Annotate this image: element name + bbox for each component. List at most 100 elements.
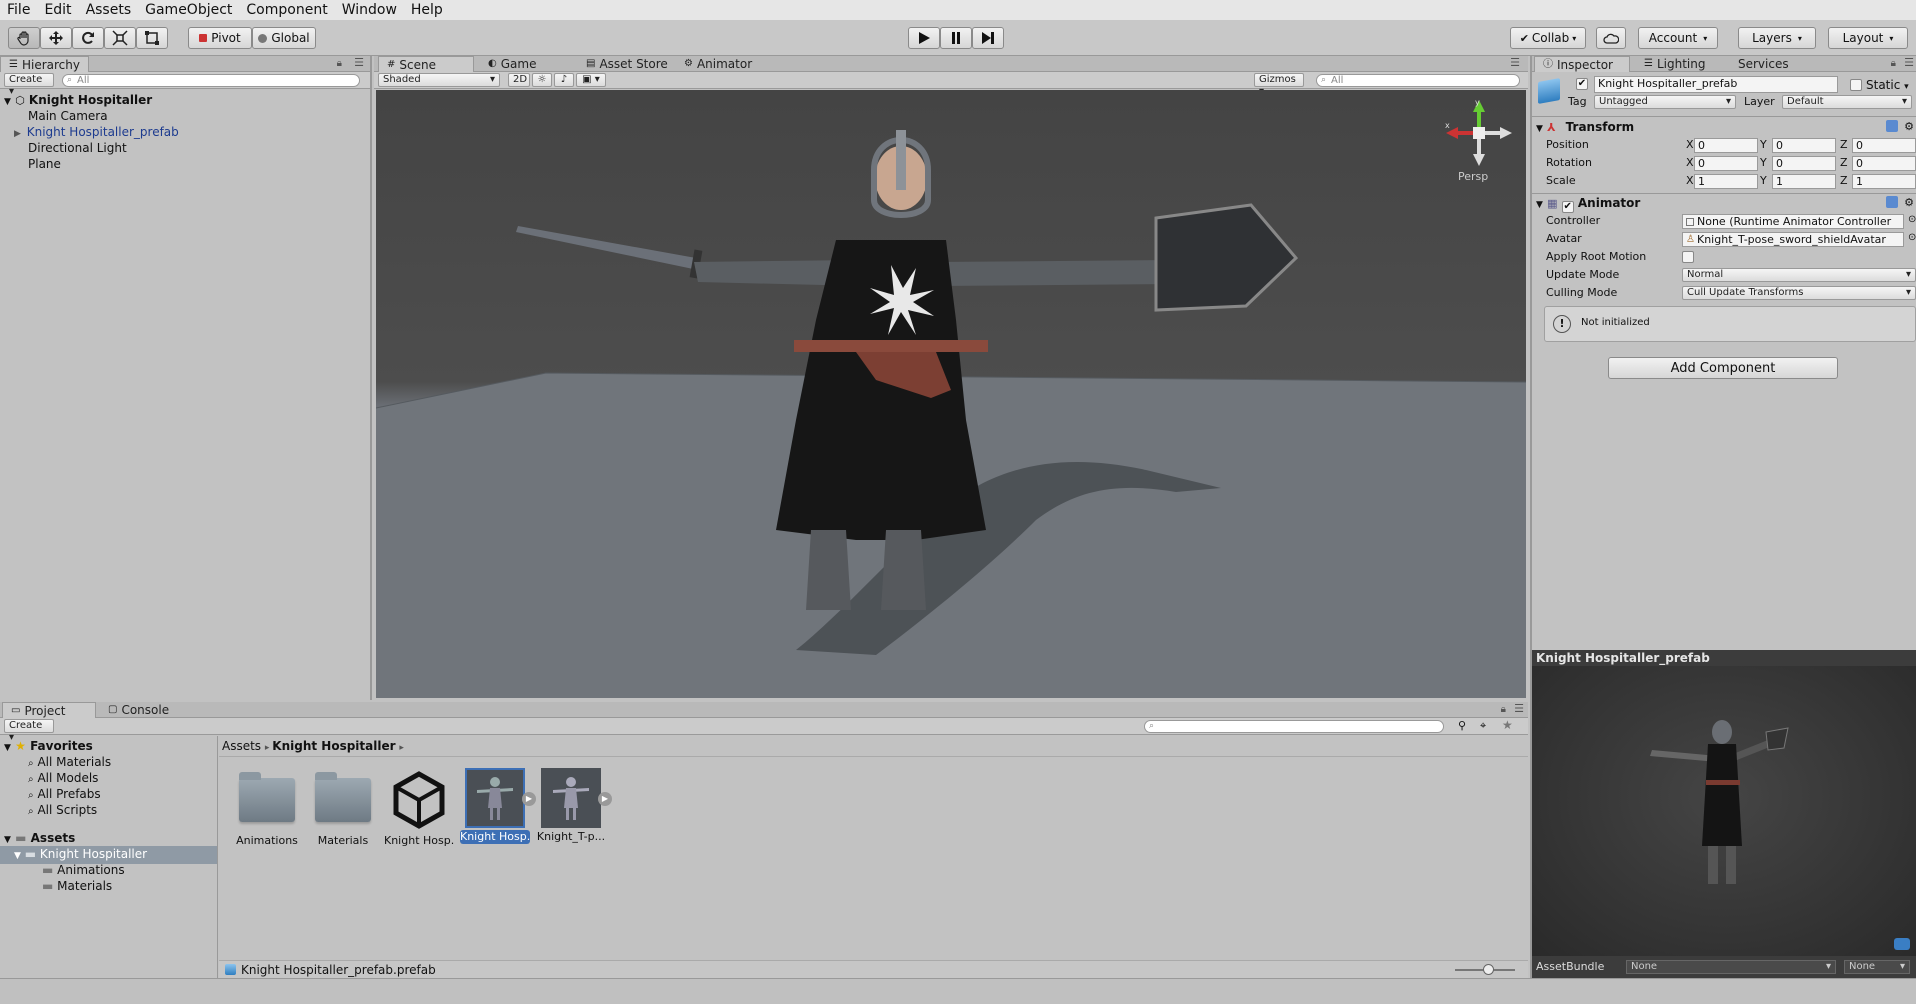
lock-icon[interactable]: 🔒︎ bbox=[337, 58, 342, 69]
layout-dropdown[interactable]: Layout ▾ bbox=[1828, 27, 1908, 49]
culling-mode-dropdown[interactable]: Cull Update Transforms ▾ bbox=[1682, 286, 1916, 300]
audio-toggle-button[interactable]: ♪ bbox=[554, 73, 574, 87]
scale-z-label[interactable]: Z bbox=[1840, 173, 1848, 189]
lighting-toggle-button[interactable]: ☼ bbox=[532, 73, 552, 87]
active-checkbox[interactable]: ✔ bbox=[1576, 78, 1588, 90]
apply-root-motion-checkbox[interactable] bbox=[1682, 251, 1694, 263]
update-mode-dropdown[interactable]: Normal ▾ bbox=[1682, 268, 1916, 282]
layers-dropdown[interactable]: Layers ▾ bbox=[1738, 27, 1816, 49]
tab-game[interactable]: ◐ Game bbox=[480, 56, 544, 72]
move-tool-button[interactable] bbox=[40, 27, 72, 49]
gear-icon[interactable]: ⚙ bbox=[1904, 118, 1914, 136]
menu-help[interactable]: Help bbox=[404, 0, 450, 20]
account-dropdown[interactable]: Account ▾ bbox=[1638, 27, 1718, 49]
tab-inspector[interactable]: ⓘ Inspector bbox=[1534, 56, 1630, 72]
lock-icon[interactable]: 🔒︎ bbox=[1891, 58, 1896, 69]
persp-label[interactable]: Persp bbox=[1458, 170, 1488, 183]
add-component-button[interactable]: Add Component bbox=[1608, 357, 1838, 379]
scale-y-field[interactable]: 1 bbox=[1772, 174, 1836, 189]
collab-button[interactable]: ✔ Collab ▾ bbox=[1510, 27, 1586, 49]
lock-icon[interactable]: 🔒︎ bbox=[1501, 704, 1506, 715]
rotation-y-label[interactable]: Y bbox=[1760, 155, 1767, 171]
favorite-star-icon[interactable]: ★ bbox=[1502, 718, 1513, 732]
tab-console[interactable]: ▢ Console bbox=[100, 702, 177, 718]
panel-menu-icon[interactable]: ☰ bbox=[354, 56, 364, 69]
effects-dropdown[interactable]: ▣ ▾ bbox=[576, 73, 606, 87]
breadcrumb-assets[interactable]: Assets bbox=[222, 739, 261, 753]
position-z-field[interactable]: 0 bbox=[1852, 138, 1916, 153]
controller-field[interactable]: None (Runtime Animator Controller bbox=[1682, 214, 1904, 229]
tag-icon[interactable] bbox=[1894, 938, 1910, 950]
position-x-label[interactable]: X bbox=[1686, 137, 1694, 153]
2d-toggle-button[interactable]: 2D bbox=[508, 73, 530, 87]
pivot-toggle-button[interactable]: Pivot bbox=[188, 27, 252, 49]
step-button[interactable] bbox=[972, 27, 1004, 49]
asset-materials-folder[interactable]: Materials bbox=[308, 768, 378, 848]
tag-dropdown[interactable]: Untagged ▾ bbox=[1594, 95, 1736, 109]
animator-enabled-checkbox[interactable]: ✔ bbox=[1561, 201, 1574, 213]
menu-gameobject[interactable]: GameObject bbox=[138, 0, 239, 20]
rotation-z-field[interactable]: 0 bbox=[1852, 156, 1916, 171]
position-y-field[interactable]: 0 bbox=[1772, 138, 1836, 153]
panel-menu-icon[interactable]: ☰ bbox=[1510, 56, 1520, 69]
scale-x-label[interactable]: X bbox=[1686, 173, 1694, 189]
tab-services[interactable]: Services bbox=[1730, 56, 1797, 72]
slider-thumb[interactable] bbox=[1483, 964, 1494, 975]
scale-tool-button[interactable] bbox=[104, 27, 136, 49]
menu-file[interactable]: File bbox=[0, 0, 37, 20]
assetbundle-variant-dropdown[interactable]: None ▾ bbox=[1844, 960, 1910, 974]
preview-title[interactable]: Knight Hospitaller_prefab bbox=[1532, 650, 1916, 666]
preview-viewport[interactable] bbox=[1532, 666, 1916, 956]
shading-mode-dropdown[interactable]: Shaded ▾ bbox=[378, 73, 500, 87]
play-button[interactable] bbox=[908, 27, 940, 49]
filter-label-icon[interactable]: ⌖ bbox=[1480, 719, 1486, 733]
scene-viewport[interactable]: y x Persp bbox=[376, 90, 1526, 698]
tab-scene[interactable]: # Scene bbox=[378, 56, 474, 72]
rotation-x-field[interactable]: 0 bbox=[1694, 156, 1758, 171]
breadcrumb-knight-hospitaller[interactable]: Knight Hospitaller bbox=[272, 739, 395, 753]
menu-edit[interactable]: Edit bbox=[37, 0, 78, 20]
hand-tool-button[interactable] bbox=[8, 27, 40, 49]
panel-menu-icon[interactable]: ☰ bbox=[1514, 702, 1524, 715]
static-checkbox[interactable] bbox=[1850, 79, 1862, 91]
rect-tool-button[interactable] bbox=[136, 27, 168, 49]
gizmos-dropdown[interactable]: Gizmos ▾ bbox=[1254, 73, 1304, 97]
project-search-input[interactable]: ⌕ bbox=[1144, 720, 1444, 733]
tab-asset-store[interactable]: ▤ Asset Store bbox=[578, 56, 676, 72]
asset-animations-folder[interactable]: Animations bbox=[232, 768, 302, 848]
tab-hierarchy[interactable]: ☰ Hierarchy bbox=[0, 56, 89, 72]
help-icon[interactable] bbox=[1886, 196, 1898, 208]
favorite-all-scripts[interactable]: ⌕ All Scripts bbox=[28, 802, 97, 820]
tab-lighting[interactable]: ☰ Lighting bbox=[1636, 56, 1713, 72]
tree-item-materials[interactable]: ▬ Materials bbox=[42, 878, 112, 894]
hierarchy-create-dropdown[interactable]: Create ▾ bbox=[4, 73, 54, 97]
tab-animator[interactable]: ⚙ Animator bbox=[676, 56, 760, 72]
global-toggle-button[interactable]: Global bbox=[252, 27, 316, 49]
assetbundle-dropdown[interactable]: None ▾ bbox=[1626, 960, 1836, 974]
asset-knight-tpose-model[interactable]: ▶ Knight_T-p... bbox=[536, 768, 612, 844]
avatar-field[interactable]: ♙ Knight_T-pose_sword_shieldAvatar bbox=[1682, 232, 1904, 247]
rotation-x-label[interactable]: X bbox=[1686, 155, 1694, 171]
rotate-tool-button[interactable] bbox=[72, 27, 104, 49]
orientation-gizmo[interactable]: y x Persp bbox=[1444, 98, 1514, 188]
rotation-z-label[interactable]: Z bbox=[1840, 155, 1848, 171]
rotation-y-field[interactable]: 0 bbox=[1772, 156, 1836, 171]
panel-menu-icon[interactable]: ☰ bbox=[1904, 56, 1914, 69]
menu-assets[interactable]: Assets bbox=[79, 0, 139, 20]
position-x-field[interactable]: 0 bbox=[1694, 138, 1758, 153]
expand-play-icon[interactable]: ▶ bbox=[598, 792, 612, 806]
tree-item-animations[interactable]: ▬ Animations bbox=[42, 862, 125, 878]
scale-y-label[interactable]: Y bbox=[1760, 173, 1767, 189]
help-icon[interactable] bbox=[1886, 120, 1898, 132]
pause-button[interactable] bbox=[940, 27, 972, 49]
scale-x-field[interactable]: 1 bbox=[1694, 174, 1758, 189]
animator-header[interactable]: ▼ ▦ ✔ Animator ⚙ bbox=[1536, 194, 1916, 213]
hierarchy-item-main-camera[interactable]: Main Camera bbox=[28, 108, 108, 124]
position-y-label[interactable]: Y bbox=[1760, 137, 1767, 153]
filter-type-icon[interactable]: ⚲ bbox=[1458, 719, 1466, 732]
menu-component[interactable]: Component bbox=[239, 0, 334, 20]
project-create-dropdown[interactable]: Create ▾ bbox=[4, 719, 54, 743]
tab-project[interactable]: ▭ Project bbox=[2, 702, 96, 718]
static-label[interactable]: Static ▾ bbox=[1866, 77, 1909, 95]
gear-icon[interactable]: ⚙ bbox=[1904, 194, 1914, 212]
